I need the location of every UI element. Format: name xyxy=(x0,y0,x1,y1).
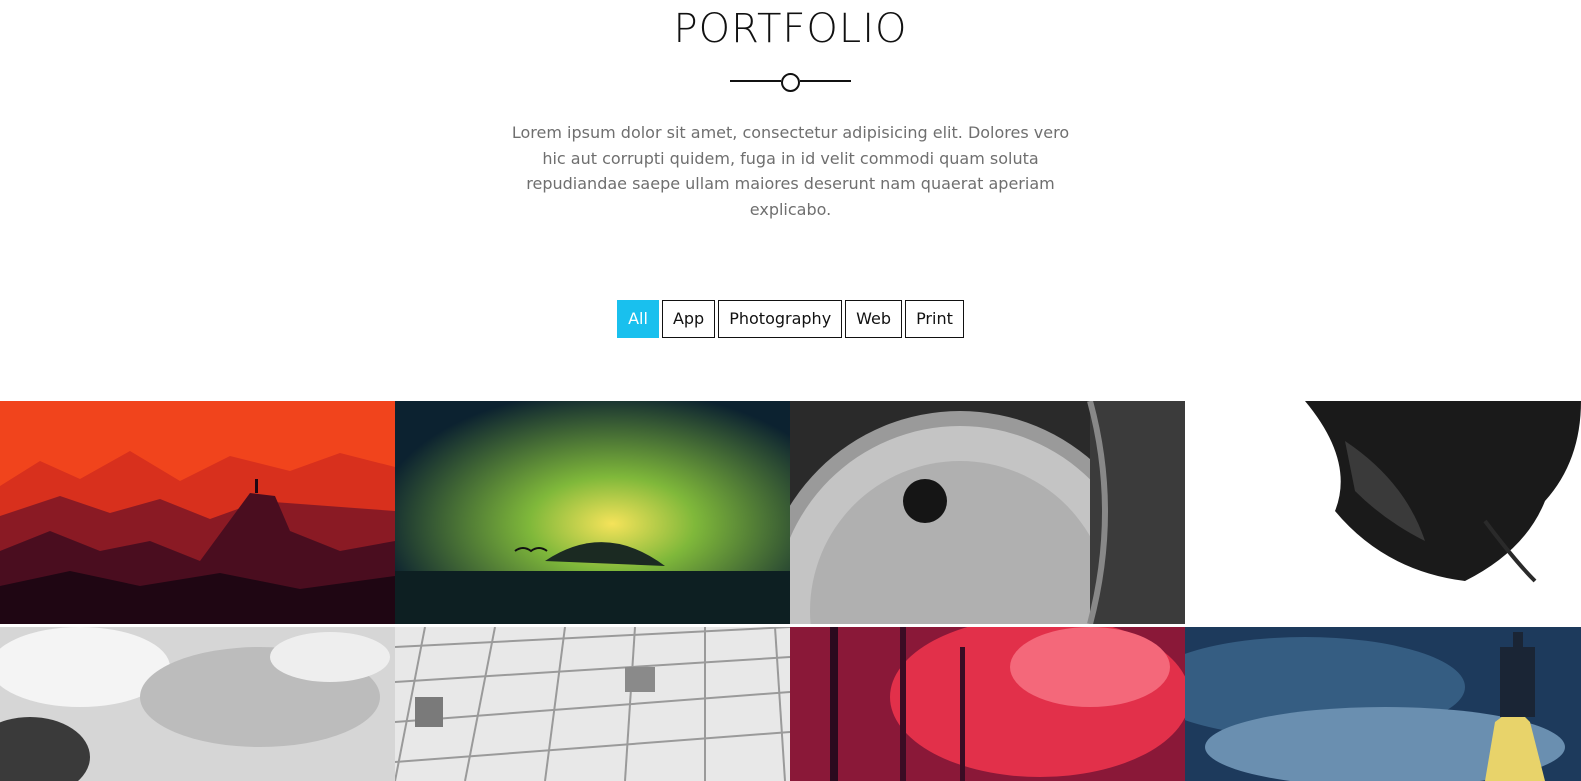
portfolio-item-white-cubes[interactable] xyxy=(395,627,790,781)
portfolio-item-ink-in-water[interactable] xyxy=(1185,401,1581,624)
divider-line-right xyxy=(800,80,851,82)
fantasy-ocean-storm-image xyxy=(395,401,790,624)
divider-line-left xyxy=(730,80,781,82)
portfolio-item-grey-smoke[interactable] xyxy=(0,627,395,781)
castle-on-cliff-image xyxy=(1185,627,1581,781)
filter-web[interactable]: Web xyxy=(845,300,903,338)
mountain-sunset-image xyxy=(0,401,395,624)
grey-smoke-image xyxy=(0,627,395,781)
vintage-clock-image xyxy=(790,401,1185,624)
section-description: Lorem ipsum dolor sit amet, consectetur … xyxy=(511,123,1070,219)
ink-in-water-image xyxy=(1185,401,1581,624)
filter-print[interactable]: Print xyxy=(905,300,964,338)
portfolio-item-vintage-clock[interactable] xyxy=(790,401,1185,624)
filter-all[interactable]: All xyxy=(617,300,659,338)
filter-app[interactable]: App xyxy=(661,300,716,338)
section-title: PORTFOLIO xyxy=(673,6,908,52)
portfolio-filter-bar: All App Photography Web Print xyxy=(0,300,1581,338)
white-cubes-image xyxy=(395,627,790,781)
portfolio-item-red-forest[interactable] xyxy=(790,627,1185,781)
divider-circle-icon xyxy=(781,73,800,92)
portfolio-item-castle-on-cliff[interactable] xyxy=(1185,627,1581,781)
filter-photography[interactable]: Photography xyxy=(718,300,843,338)
portfolio-item-fantasy-ocean-storm[interactable] xyxy=(395,401,790,624)
portfolio-item-mountain-sunset[interactable] xyxy=(0,401,395,624)
title-divider xyxy=(730,71,851,92)
red-forest-image xyxy=(790,627,1185,781)
